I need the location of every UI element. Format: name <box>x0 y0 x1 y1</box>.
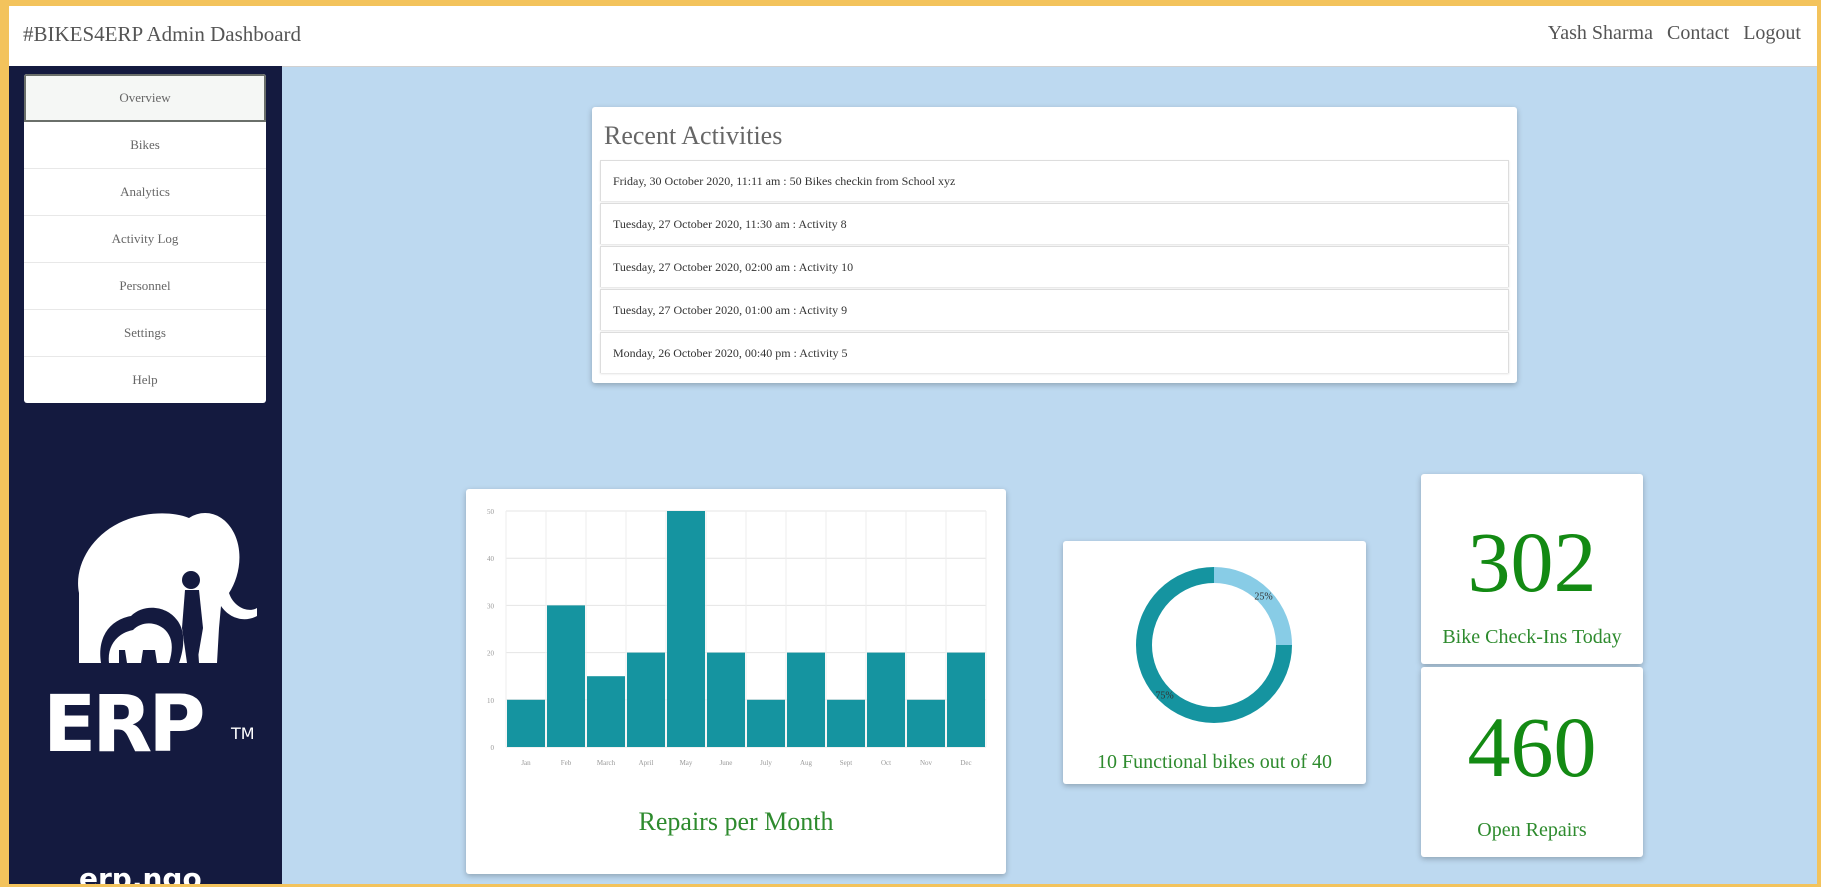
recent-activities-card: Recent Activities Friday, 30 October 202… <box>592 107 1517 383</box>
sidebar-item-personnel[interactable]: Personnel <box>24 263 266 310</box>
recent-activities-title: Recent Activities <box>604 121 783 150</box>
x-tick-label: Dec <box>960 759 971 767</box>
sidebar-item-help[interactable]: Help <box>24 357 266 403</box>
slice-label: 25% <box>1254 592 1272 603</box>
activity-item[interactable]: Tuesday, 27 October 2020, 11:30 am : Act… <box>600 203 1509 244</box>
activity-item[interactable]: Tuesday, 27 October 2020, 01:00 am : Act… <box>600 289 1509 330</box>
sidebar-menu: Overview Bikes Analytics Activity Log Pe… <box>24 74 266 403</box>
x-tick-label: Sept <box>840 759 853 767</box>
bar <box>907 699 945 747</box>
x-tick-label: Nov <box>920 759 933 767</box>
bar <box>827 699 865 747</box>
bar <box>947 652 985 747</box>
y-tick-label: 10 <box>487 697 495 705</box>
open-repairs-stat-card: 460 Open Repairs <box>1421 667 1643 857</box>
sidebar-item-overview[interactable]: Overview <box>24 74 266 122</box>
top-nav: Yash Sharma Contact Logout <box>1548 22 1801 45</box>
contact-link[interactable]: Contact <box>1667 22 1729 45</box>
y-tick-label: 20 <box>487 650 495 658</box>
activity-item[interactable]: Monday, 26 October 2020, 00:40 pm : Acti… <box>600 332 1509 373</box>
bar <box>547 605 585 747</box>
chart-title: Repairs per Month <box>638 807 834 836</box>
repairs-bar-chart: 0 10 20 30 40 50 Jan Feb March April May June July Au… <box>487 508 987 767</box>
repairs-chart-card: 0 10 20 30 40 50 Jan Feb March April May June July Au… <box>466 489 1006 874</box>
logout-link[interactable]: Logout <box>1743 22 1801 45</box>
x-tick-label: Jan <box>521 759 531 767</box>
activity-item[interactable]: Friday, 30 October 2020, 11:11 am : 50 B… <box>600 160 1509 201</box>
x-tick-label: May <box>680 759 693 767</box>
y-tick-label: 40 <box>487 555 495 563</box>
activity-item[interactable]: Tuesday, 27 October 2020, 02:00 am : Act… <box>600 246 1509 287</box>
functional-bikes-card: 25% 75% 10 Functional bikes out of 40 <box>1063 541 1366 784</box>
bar <box>667 511 705 747</box>
sidebar-item-analytics[interactable]: Analytics <box>24 169 266 216</box>
x-tick-label: Oct <box>881 759 891 767</box>
x-tick-label: June <box>720 759 733 767</box>
bar <box>507 699 545 747</box>
x-tick-label: Aug <box>800 759 813 767</box>
x-tick-label: April <box>639 759 654 767</box>
functional-bikes-donut: 25% 75% <box>1136 567 1292 723</box>
checkins-label: Bike Check-Ins Today <box>1442 626 1622 648</box>
x-tick-label: July <box>760 759 772 767</box>
sidebar-item-bikes[interactable]: Bikes <box>24 122 266 169</box>
app-frame: #BIKES4ERP Admin Dashboard Yash Sharma C… <box>9 6 1817 884</box>
bar <box>867 652 905 747</box>
activity-list: Friday, 30 October 2020, 11:11 am : 50 B… <box>600 160 1509 375</box>
bar <box>707 652 745 747</box>
trademark-mark: TM <box>231 724 255 743</box>
top-bar: #BIKES4ERP Admin Dashboard Yash Sharma C… <box>9 6 1817 67</box>
donut-caption: 10 Functional bikes out of 40 <box>1097 751 1332 773</box>
user-link[interactable]: Yash Sharma <box>1548 22 1653 45</box>
open-repairs-label: Open Repairs <box>1477 819 1587 841</box>
open-repairs-value: 460 <box>1467 699 1597 795</box>
sidebar: Overview Bikes Analytics Activity Log Pe… <box>9 66 282 884</box>
sidebar-item-activity-log[interactable]: Activity Log <box>24 216 266 263</box>
y-tick-label: 30 <box>487 602 495 610</box>
bar <box>587 676 625 747</box>
slice-label: 75% <box>1155 690 1173 701</box>
sidebar-item-settings[interactable]: Settings <box>24 310 266 357</box>
x-tick-label: March <box>597 759 616 767</box>
bar <box>627 652 665 747</box>
y-tick-label: 0 <box>491 744 495 752</box>
x-tick-label: Feb <box>561 759 572 767</box>
erp-url: erp.ngo <box>79 862 202 884</box>
donut-slice <box>1213 567 1292 646</box>
checkins-stat-card: 302 Bike Check-Ins Today <box>1421 474 1643 664</box>
erp-logo-text: ERP <box>43 680 206 770</box>
y-tick-label: 50 <box>487 508 495 516</box>
bar <box>747 699 785 747</box>
bar <box>787 652 825 747</box>
elephant-logo-icon <box>78 513 258 663</box>
checkins-value: 302 <box>1467 514 1597 610</box>
brand-title: #BIKES4ERP Admin Dashboard <box>23 22 302 46</box>
